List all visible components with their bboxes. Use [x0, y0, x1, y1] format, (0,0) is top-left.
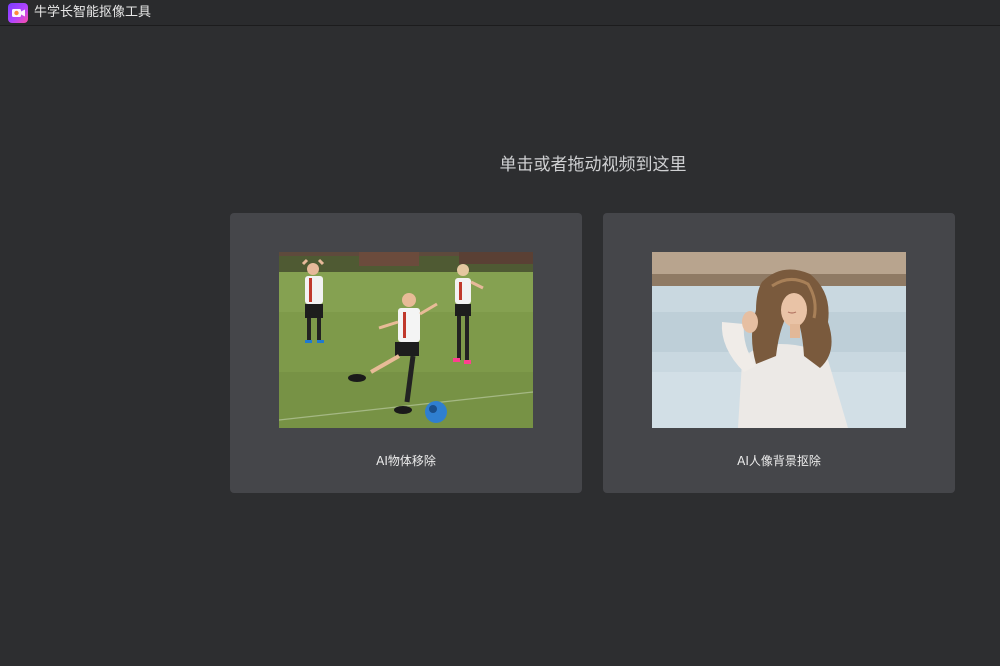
window-title: 牛学长智能抠像工具	[34, 4, 152, 20]
object-removal-card[interactable]: AI物体移除	[230, 213, 582, 493]
kids-soccer-photo	[279, 252, 533, 428]
portrait-background-removal-card[interactable]: AI人像背景抠除	[603, 213, 955, 493]
drop-zone-hint[interactable]: 单击或者拖动视频到这里	[430, 153, 756, 177]
app-logo-icon	[8, 2, 28, 23]
object-removal-label: AI物体移除	[376, 454, 436, 468]
woman-portrait-photo	[652, 252, 906, 428]
title-bar: 牛学长智能抠像工具	[0, 0, 1000, 26]
portrait-background-removal-label: AI人像背景抠除	[737, 454, 821, 468]
